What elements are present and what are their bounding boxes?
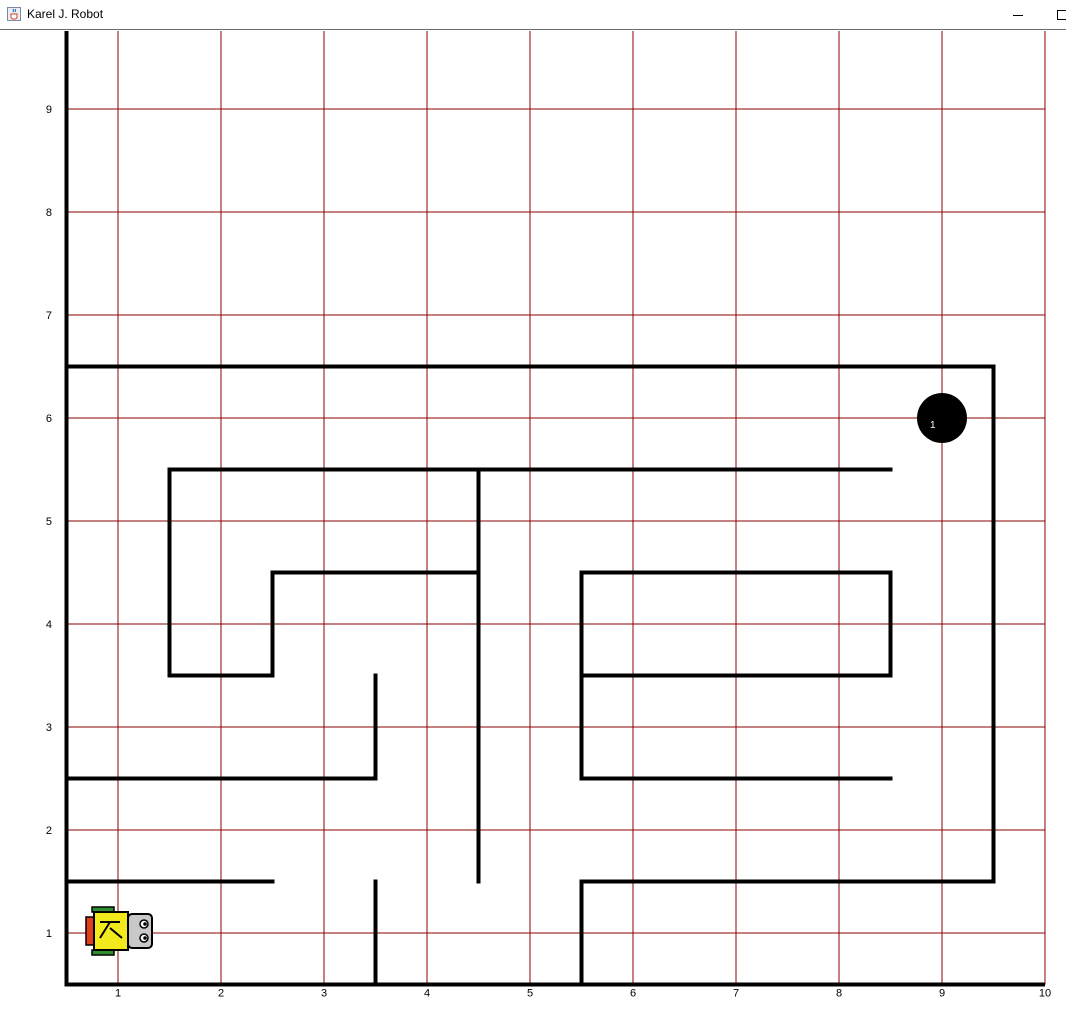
title-bar: Karel J. Robot <box>0 0 1066 30</box>
avenue-label: 9 <box>939 988 945 1000</box>
robot-pupil <box>143 936 147 940</box>
walls <box>65 31 1046 987</box>
avenue-label: 3 <box>321 988 327 1000</box>
world-canvas: 1 2 3 4 5 6 7 8 9 10 1 2 3 4 5 6 7 8 9 10 1 <box>0 31 1066 1029</box>
street-label: 5 <box>46 516 52 528</box>
avenue-label: 7 <box>733 988 739 1000</box>
street-label: 8 <box>46 207 52 219</box>
street-label: 4 <box>46 619 52 631</box>
street-label: 6 <box>46 413 52 425</box>
robot-back-panel <box>86 917 94 945</box>
karel-world: 1 2 3 4 5 6 7 8 9 10 1 2 3 4 5 6 7 8 9 10 1 <box>0 31 1066 1029</box>
avenue-label: 8 <box>836 988 842 1000</box>
minimize-icon <box>1012 9 1024 21</box>
street-label: 3 <box>46 722 52 734</box>
avenue-label: 2 <box>218 988 224 1000</box>
window-title: Karel J. Robot <box>27 7 103 21</box>
beeper: 1 <box>917 393 967 443</box>
maximize-icon <box>1056 9 1066 21</box>
avenue-labels: 1 2 3 4 5 6 7 8 9 10 <box>115 988 1051 1000</box>
street-label: 9 <box>46 104 52 116</box>
avenue-label: 10 <box>1039 988 1051 1000</box>
beeper-count: 1 <box>930 420 936 431</box>
maximize-button[interactable] <box>1042 0 1066 30</box>
street-grid <box>67 31 1046 985</box>
beeper-circle <box>917 393 967 443</box>
street-labels: 12345678910 <box>40 31 52 940</box>
avenue-label: 4 <box>424 988 430 1000</box>
robot-pupil <box>143 922 147 926</box>
robot-body <box>94 912 128 950</box>
avenue-label: 5 <box>527 988 533 1000</box>
karel-robot-icon <box>86 907 152 955</box>
avenue-label: 6 <box>630 988 636 1000</box>
street-label: 1 <box>46 928 52 940</box>
robot-head <box>128 914 152 948</box>
java-coffee-icon <box>7 7 21 21</box>
avenue-label: 1 <box>115 988 121 1000</box>
street-label: 2 <box>46 825 52 837</box>
street-label: 7 <box>46 310 52 322</box>
minimize-button[interactable] <box>998 0 1038 30</box>
